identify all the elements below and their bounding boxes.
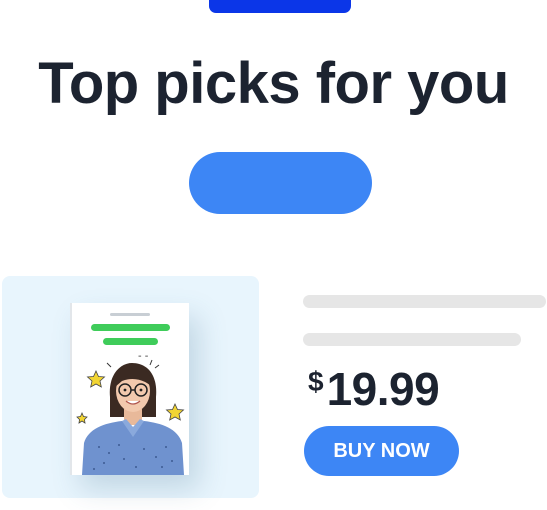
cover-subtitle-bar [103,338,158,345]
subtitle-placeholder-line [303,333,521,346]
book-cover[interactable]: - - [70,303,189,475]
page-title: Top picks for you [38,51,509,116]
buy-now-button[interactable]: BUY NOW [304,426,459,476]
title-placeholder-line [303,295,546,308]
star-icon [165,403,185,421]
star-icon [86,370,106,388]
price-amount: 19.99 [326,363,440,415]
primary-pill-button[interactable] [189,152,372,214]
author-portrait [76,359,185,475]
top-accent-bar [209,0,351,13]
star-icon [76,411,88,424]
currency-symbol: $ [308,366,324,397]
cover-title-bar [91,324,170,331]
price: $19.99 [308,362,440,416]
cover-top-line [110,313,150,316]
